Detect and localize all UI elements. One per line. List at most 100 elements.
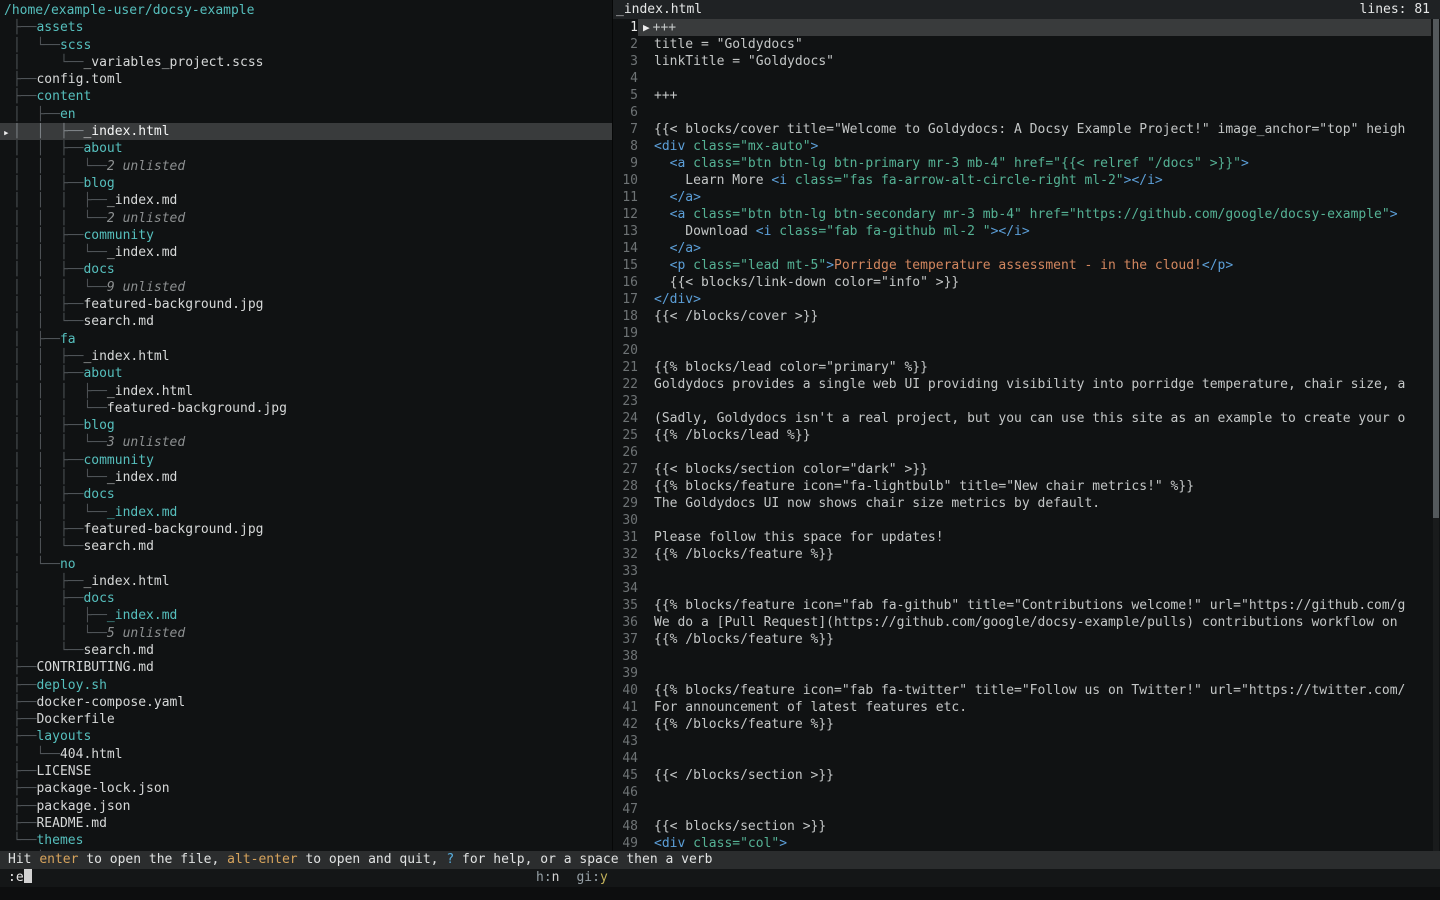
code-line[interactable]: 45{{< /blocks/section >}}: [613, 767, 1440, 784]
code-line[interactable]: 16 {{< blocks/link-down color="info" >}}: [613, 274, 1440, 291]
tree-row[interactable]: ▸│ │ ├──_index.html: [0, 123, 612, 140]
tree-row[interactable]: │ ├──docs: [0, 590, 612, 607]
code-line[interactable]: 23: [613, 393, 1440, 410]
tree-row[interactable]: │ │ ├──community: [0, 452, 612, 469]
tree-row[interactable]: │ └──_variables_project.scss: [0, 54, 612, 71]
code-line[interactable]: 5+++: [613, 87, 1440, 104]
code-line[interactable]: 7{{< blocks/cover title="Welcome to Gold…: [613, 121, 1440, 138]
code-line[interactable]: 49<div class="col">: [613, 835, 1440, 851]
code-line[interactable]: 38: [613, 648, 1440, 665]
code-line[interactable]: 36We do a [Pull Request](https://github.…: [613, 614, 1440, 631]
code-line[interactable]: 43: [613, 733, 1440, 750]
command-input[interactable]: :e: [8, 870, 24, 885]
code-line[interactable]: 22Goldydocs provides a single web UI pro…: [613, 376, 1440, 393]
tree-root-path[interactable]: /home/example-user/docsy-example: [0, 2, 612, 19]
code-line[interactable]: 3linkTitle = "Goldydocs": [613, 53, 1440, 70]
code-line[interactable]: 6: [613, 104, 1440, 121]
tree-item-name: blog: [83, 176, 114, 191]
code-line[interactable]: 39: [613, 665, 1440, 682]
tree-row[interactable]: ├──assets: [0, 19, 612, 36]
code-line[interactable]: 11 </a>: [613, 189, 1440, 206]
code-line[interactable]: 9 <a class="btn btn-lg btn-primary mr-3 …: [613, 155, 1440, 172]
code-line[interactable]: 1▶+++: [613, 19, 1440, 36]
tree-branch-lines: │ │ │ └──: [13, 470, 107, 485]
tree-row[interactable]: │ ├──fa: [0, 331, 612, 348]
tree-row[interactable]: │ │ └──search.md: [0, 313, 612, 330]
tree-row[interactable]: │ ├──en: [0, 106, 612, 123]
code-line[interactable]: 33: [613, 563, 1440, 580]
code-line[interactable]: 48{{< blocks/section >}}: [613, 818, 1440, 835]
tree-row[interactable]: │ └──404.html: [0, 746, 612, 763]
tree-row[interactable]: │ │ ├──about: [0, 140, 612, 157]
code-line[interactable]: 19: [613, 325, 1440, 342]
code-line[interactable]: 31Please follow this space for updates!: [613, 529, 1440, 546]
code-line[interactable]: 20: [613, 342, 1440, 359]
code-line[interactable]: 14 </a>: [613, 240, 1440, 257]
tree-row[interactable]: │ │ │ └──_index.md: [0, 244, 612, 261]
code-line[interactable]: 47: [613, 801, 1440, 818]
tree-row[interactable]: │ │ ├──community: [0, 227, 612, 244]
tree-row[interactable]: ├──docker-compose.yaml: [0, 694, 612, 711]
tree-row[interactable]: │ │ ├──docs: [0, 486, 612, 503]
code-line[interactable]: 15 <p class="lead mt-5">Porridge tempera…: [613, 257, 1440, 274]
tree-row[interactable]: │ └──scss: [0, 37, 612, 54]
code-line[interactable]: 35{{% blocks/feature icon="fab fa-github…: [613, 597, 1440, 614]
tree-row[interactable]: │ │ └──search.md: [0, 538, 612, 555]
tree-row[interactable]: │ │ ├──blog: [0, 175, 612, 192]
tree-row[interactable]: │ │ ├──_index.md: [0, 607, 612, 624]
code-line[interactable]: 8<div class="mx-auto">: [613, 138, 1440, 155]
tree-row[interactable]: ├──package-lock.json: [0, 780, 612, 797]
code-line[interactable]: 17</div>: [613, 291, 1440, 308]
code-line[interactable]: 42{{% /blocks/feature %}}: [613, 716, 1440, 733]
tree-row[interactable]: ├──deploy.sh: [0, 677, 612, 694]
code-line[interactable]: 18{{< /blocks/cover >}}: [613, 308, 1440, 325]
code-line[interactable]: 21{{% blocks/lead color="primary" %}}: [613, 359, 1440, 376]
tree-row[interactable]: ├──CONTRIBUTING.md: [0, 659, 612, 676]
code-line[interactable]: 10 Learn More <i class="fas fa-arrow-alt…: [613, 172, 1440, 189]
tree-row[interactable]: ├──layouts: [0, 728, 612, 745]
tree-row[interactable]: │ │ │ └──_index.md: [0, 469, 612, 486]
code-line[interactable]: 25{{% /blocks/lead %}}: [613, 427, 1440, 444]
tree-row[interactable]: ├──README.md: [0, 815, 612, 832]
tree-row[interactable]: │ │ ├──about: [0, 365, 612, 382]
tree-row[interactable]: └──docsy: [0, 850, 612, 851]
tree-row[interactable]: │ │ ├──featured-background.jpg: [0, 296, 612, 313]
code-line[interactable]: 30: [613, 512, 1440, 529]
code-line[interactable]: 34: [613, 580, 1440, 597]
tree-row[interactable]: ├──content: [0, 88, 612, 105]
code-line[interactable]: 40{{% blocks/feature icon="fab fa-twitte…: [613, 682, 1440, 699]
tree-row[interactable]: │ └──no: [0, 556, 612, 573]
tree-row[interactable]: │ │ ├──docs: [0, 261, 612, 278]
tree-row[interactable]: ├──LICENSE: [0, 763, 612, 780]
tree-row[interactable]: ├──config.toml: [0, 71, 612, 88]
code-line[interactable]: 2title = "Goldydocs": [613, 36, 1440, 53]
tree-row[interactable]: │ │ ├──blog: [0, 417, 612, 434]
tree-row[interactable]: ├──package.json: [0, 798, 612, 815]
tree-row[interactable]: └──themes: [0, 832, 612, 849]
tree-row[interactable]: │ │ │ └──_index.md: [0, 504, 612, 521]
tree-row[interactable]: │ │ │ ├──_index.html: [0, 383, 612, 400]
code-line[interactable]: 32{{% /blocks/feature %}}: [613, 546, 1440, 563]
code-line[interactable]: 37{{% /blocks/feature %}}: [613, 631, 1440, 648]
code-line[interactable]: 24(Sadly, Goldydocs isn't a real project…: [613, 410, 1440, 427]
code-line[interactable]: 46: [613, 784, 1440, 801]
tree-row[interactable]: │ └──search.md: [0, 642, 612, 659]
code-line[interactable]: 12 <a class="btn btn-lg btn-secondary mr…: [613, 206, 1440, 223]
tree-row[interactable]: │ │ ├──_index.html: [0, 348, 612, 365]
code-line[interactable]: 27{{< blocks/section color="dark" >}}: [613, 461, 1440, 478]
scrollbar-thumb[interactable]: [1433, 19, 1439, 518]
code-line[interactable]: 28{{% blocks/feature icon="fa-lightbulb"…: [613, 478, 1440, 495]
tree-row[interactable]: │ ├──_index.html: [0, 573, 612, 590]
tree-row[interactable]: │ │ │ ├──_index.md: [0, 192, 612, 209]
tree-row[interactable]: │ │ ├──featured-background.jpg: [0, 521, 612, 538]
preview-scrollbar[interactable]: [1433, 19, 1439, 851]
code-line[interactable]: 41For announcement of latest features et…: [613, 699, 1440, 716]
code-line[interactable]: 4: [613, 70, 1440, 87]
tree-row[interactable]: │ │ │ └──featured-background.jpg: [0, 400, 612, 417]
tree-row[interactable]: ├──Dockerfile: [0, 711, 612, 728]
code-line[interactable]: 44: [613, 750, 1440, 767]
command-input-bar[interactable]: :eh:ngi:y: [0, 869, 1440, 887]
code-line[interactable]: 26: [613, 444, 1440, 461]
code-line[interactable]: 29The Goldydocs UI now shows chair size …: [613, 495, 1440, 512]
code-line[interactable]: 13 Download <i class="fab fa-github ml-2…: [613, 223, 1440, 240]
